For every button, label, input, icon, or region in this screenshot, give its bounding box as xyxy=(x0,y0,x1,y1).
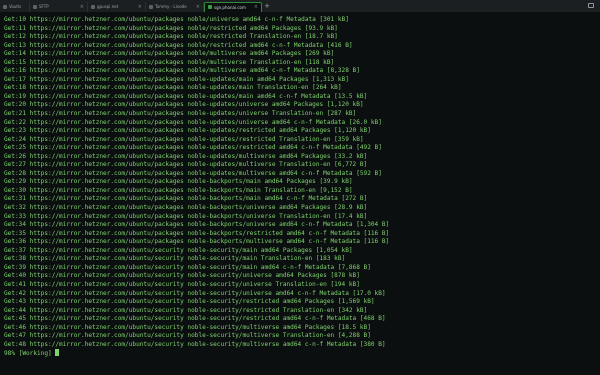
terminal-line: Get:28 https://mirror.hetzner.com/ubuntu… xyxy=(4,169,382,177)
terminal-line: Get:33 https://mirror.hetzner.com/ubuntu… xyxy=(4,212,368,220)
terminal-line: Get:44 https://mirror.hetzner.com/ubuntu… xyxy=(4,306,368,314)
terminal-line: Get:47 https://mirror.hetzner.com/ubuntu… xyxy=(4,332,371,340)
terminal-line: Get:29 https://mirror.hetzner.com/ubuntu… xyxy=(4,178,353,186)
terminal-line: Get:40 https://mirror.hetzner.com/ubuntu… xyxy=(4,272,360,280)
status-line: 98% [Working] xyxy=(4,349,596,358)
status-text: 98% [Working] xyxy=(4,350,52,358)
terminal-line: Get:22 https://mirror.hetzner.com/ubuntu… xyxy=(4,118,382,126)
terminal-line: Get:23 https://mirror.hetzner.com/ubuntu… xyxy=(4,127,371,135)
terminal-line: Get:45 https://mirror.hetzner.com/ubuntu… xyxy=(4,315,386,323)
maximize-icon[interactable] xyxy=(588,3,594,8)
terminal-cursor xyxy=(55,349,59,357)
terminal-line: Get:10 https://mirror.hetzner.com/ubuntu… xyxy=(4,16,349,23)
terminal-line: Get:12 https://mirror.hetzner.com/ubuntu… xyxy=(4,33,338,41)
terminal-line: Get:41 https://mirror.hetzner.com/ubuntu… xyxy=(4,280,360,288)
terminal-line: Get:31 https://mirror.hetzner.com/ubuntu… xyxy=(4,195,368,203)
close-icon[interactable]: × xyxy=(138,4,142,10)
folder-icon xyxy=(33,4,37,9)
tab-label: Vaults xyxy=(9,4,22,9)
server-icon xyxy=(91,4,95,9)
tab-sgn-phonai[interactable]: sgn.phonai.com × xyxy=(204,1,262,12)
terminal-line: Get:19 https://mirror.hetzner.com/ubuntu… xyxy=(4,92,368,100)
terminal-line: Get:11 https://mirror.hetzner.com/ubuntu… xyxy=(4,24,338,32)
tab-vaults[interactable]: Vaults xyxy=(0,1,30,12)
terminal-line: Get:39 https://mirror.hetzner.com/ubuntu… xyxy=(4,263,371,271)
server-icon xyxy=(208,5,212,9)
terminal-line: Get:46 https://mirror.hetzner.com/ubuntu… xyxy=(4,323,371,331)
server-icon xyxy=(149,4,153,9)
terminal-line: Get:35 https://mirror.hetzner.com/ubuntu… xyxy=(4,229,390,237)
tab-label: sgn.phonai.com xyxy=(214,4,246,10)
close-icon[interactable]: × xyxy=(196,4,200,10)
terminal-line: Get:30 https://mirror.hetzner.com/ubuntu… xyxy=(4,186,353,194)
terminal-line: Get:34 https://mirror.hetzner.com/ubuntu… xyxy=(4,221,390,229)
terminal-line: Get:42 https://mirror.hetzner.com/ubuntu… xyxy=(4,289,386,297)
tab-gpuspi[interactable]: gpuspi.net × xyxy=(88,1,146,12)
terminal-output[interactable]: Get:10 https://mirror.hetzner.com/ubuntu… xyxy=(4,16,596,371)
terminal-line: Get:17 https://mirror.hetzner.com/ubuntu… xyxy=(4,75,349,83)
terminal-line: Get:26 https://mirror.hetzner.com/ubuntu… xyxy=(4,152,368,160)
terminal-line: Get:16 https://mirror.hetzner.com/ubuntu… xyxy=(4,67,360,75)
vault-icon xyxy=(3,4,7,9)
terminal-window: Vaults SFTP × gpuspi.net × Tommy - Linod… xyxy=(0,0,600,375)
tab-bar: Vaults SFTP × gpuspi.net × Tommy - Linod… xyxy=(0,0,600,12)
close-icon[interactable]: × xyxy=(80,4,84,10)
terminal-line: Get:38 https://mirror.hetzner.com/ubuntu… xyxy=(4,255,346,263)
terminal-line: Get:37 https://mirror.hetzner.com/ubuntu… xyxy=(4,246,353,254)
terminal-line: Get:36 https://mirror.hetzner.com/ubuntu… xyxy=(4,238,390,246)
terminal-line: Get:21 https://mirror.hetzner.com/ubuntu… xyxy=(4,110,357,118)
terminal-line: Get:15 https://mirror.hetzner.com/ubuntu… xyxy=(4,58,335,66)
terminal-line: Get:27 https://mirror.hetzner.com/ubuntu… xyxy=(4,161,368,169)
new-tab-button[interactable]: + xyxy=(262,1,272,11)
terminal-line: Get:48 https://mirror.hetzner.com/ubuntu… xyxy=(4,340,386,348)
terminal-line: Get:20 https://mirror.hetzner.com/ubuntu… xyxy=(4,101,364,109)
close-icon[interactable]: × xyxy=(254,4,258,10)
tab-label: Tommy - Linode xyxy=(155,4,187,9)
terminal-line: Get:24 https://mirror.hetzner.com/ubuntu… xyxy=(4,135,364,143)
terminal-line: Get:25 https://mirror.hetzner.com/ubuntu… xyxy=(4,144,382,152)
tab-label: gpuspi.net xyxy=(97,4,119,9)
terminal-line: Get:43 https://mirror.hetzner.com/ubuntu… xyxy=(4,298,375,306)
terminal-line: Get:32 https://mirror.hetzner.com/ubuntu… xyxy=(4,204,368,212)
terminal-line: Get:14 https://mirror.hetzner.com/ubuntu… xyxy=(4,50,335,58)
tab-label: SFTP xyxy=(39,4,49,9)
terminal-line: Get:13 https://mirror.hetzner.com/ubuntu… xyxy=(4,41,353,49)
tab-sftp[interactable]: SFTP × xyxy=(30,1,88,12)
tab-tommy-linode[interactable]: Tommy - Linode × xyxy=(146,1,204,12)
terminal-line: Get:18 https://mirror.hetzner.com/ubuntu… xyxy=(4,84,342,92)
